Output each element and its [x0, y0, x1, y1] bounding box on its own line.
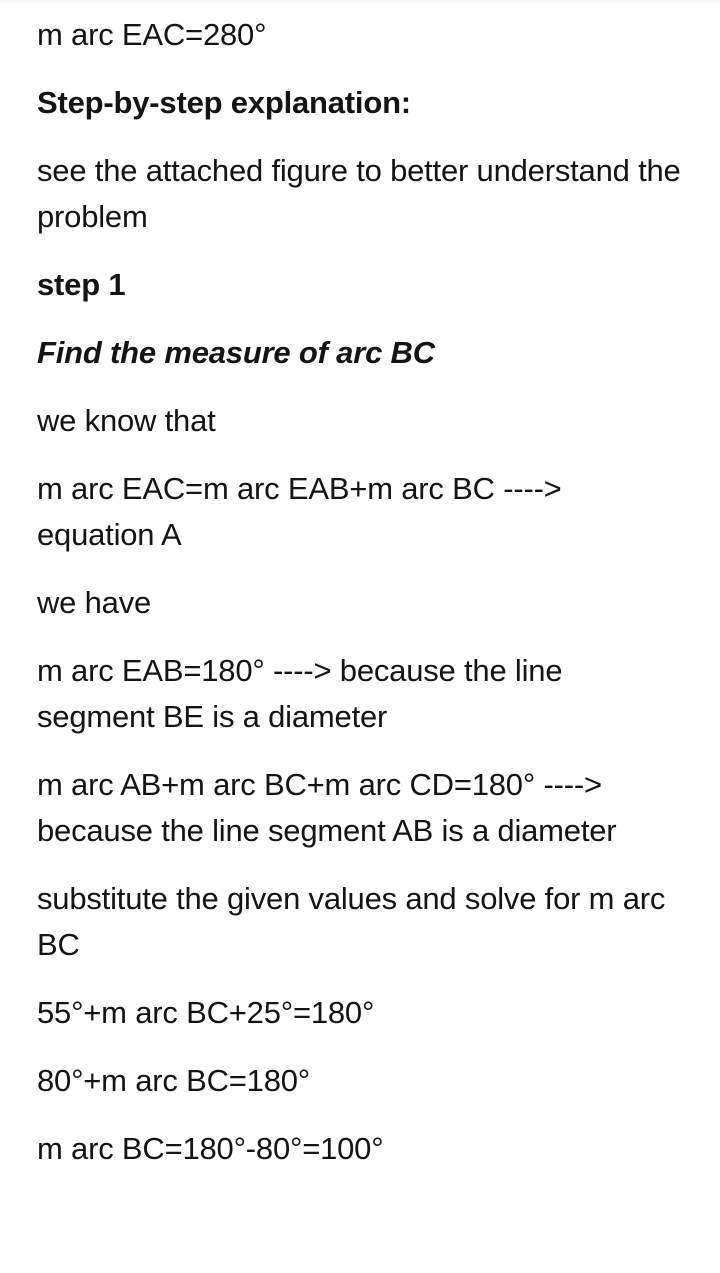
substitute-instruction-text: substitute the given values and solve fo… [37, 881, 674, 962]
answer-page: m arc EAC=280° Step-by-step explanation:… [0, 0, 720, 1273]
calculation-line-3: m arc BC=180°-80°=100° [37, 1131, 384, 1166]
we-have-text: we have [37, 585, 152, 620]
arc-eab-equals-180-text: m arc EAB=180° ----> because the line se… [37, 653, 571, 734]
step-1-label: step 1 [37, 267, 126, 302]
answer-line: m arc EAC=280° [37, 17, 267, 52]
equation-a-text: m arc EAC=m arc EAB+m arc BC ----> equat… [37, 471, 571, 552]
see-attached-figure-text: see the attached figure to better unders… [37, 153, 690, 234]
explanation-body: m arc EAC=280° Step-by-step explanation:… [0, 0, 720, 1172]
arc-sum-equals-180-text: m arc AB+m arc BC+m arc CD=180° ----> be… [37, 767, 617, 848]
calculation-line-1: 55°+m arc BC+25°=180° [37, 995, 375, 1030]
we-know-that-text: we know that [37, 403, 216, 438]
calculation-line-2: 80°+m arc BC=180° [37, 1063, 310, 1098]
step-1-title: Find the measure of arc BC [37, 335, 435, 370]
step-by-step-explanation-heading: Step-by-step explanation: [37, 85, 411, 120]
